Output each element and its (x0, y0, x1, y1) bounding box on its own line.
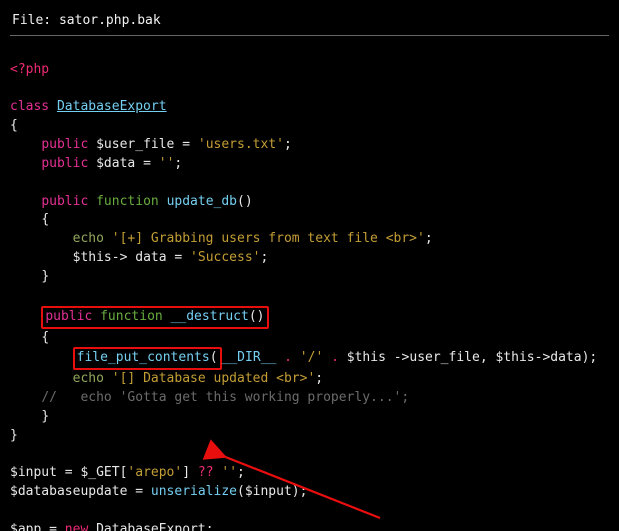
str-q-9: ' (300, 350, 308, 365)
kw-function-1: function (96, 194, 159, 209)
brace-open-3: { (41, 330, 49, 345)
file-label: File: (12, 13, 59, 28)
var-input: $input (10, 465, 57, 480)
highlight-destruct: public function __destruct() (41, 306, 268, 329)
var-data: $data (96, 156, 135, 171)
semi-2: ; (174, 156, 182, 171)
expr-this-data: $this->data (495, 350, 581, 365)
brace-open-2: { (41, 212, 49, 227)
kw-public-4: public (45, 309, 92, 324)
semi-6: ; (315, 371, 323, 386)
expr-this-1: $this-> (73, 250, 128, 265)
dir-const: __DIR__ (222, 350, 277, 365)
semi-5: ; (589, 350, 597, 365)
paren-close-4: ) (292, 484, 300, 499)
str-q-3: ' (159, 156, 167, 171)
bracket-close: ] (182, 465, 190, 480)
op-assign-2: = (135, 156, 158, 171)
arg-input: $input (245, 484, 292, 499)
kw-echo-1: echo (73, 231, 104, 246)
paren-1: () (237, 194, 253, 209)
op-eq-3: = (41, 522, 64, 531)
brace-close-2: } (41, 269, 49, 284)
fn-destruct: __destruct (171, 309, 249, 324)
str-q-2: ' (276, 137, 284, 152)
op-eq-2: = (127, 484, 150, 499)
op-assign-3: = (167, 250, 190, 265)
op-nullco: ?? (190, 465, 221, 480)
str-q-1: ' (198, 137, 206, 152)
semi-3: ; (425, 231, 433, 246)
super-get: $_GET (80, 465, 119, 480)
prop-data: data (135, 250, 166, 265)
semi-4: ; (261, 250, 269, 265)
kw-public-2: public (41, 156, 88, 171)
file-name: sator.php.bak (59, 13, 161, 28)
semi-9: ; (206, 522, 214, 531)
str-q-8: ' (253, 250, 261, 265)
fn-unserialize: unserialize (151, 484, 237, 499)
kw-new: new (65, 522, 88, 531)
var-app: $app (10, 522, 41, 531)
fn-fpc: file_put_contents (77, 350, 210, 365)
paren-2: () (249, 309, 265, 324)
str-users: users.txt (206, 137, 276, 152)
kw-public-3: public (41, 194, 88, 209)
concat-2: . (323, 350, 346, 365)
file-header: File: sator.php.bak (10, 8, 609, 36)
key-arepo: arepo (135, 465, 174, 480)
str-success: Success (198, 250, 253, 265)
var-user-file: $user_file (96, 137, 174, 152)
php-open-tag: <?php (10, 62, 49, 77)
fn-update-db: update_db (167, 194, 237, 209)
str-q-15: ' (221, 465, 229, 480)
kw-echo-2: echo (73, 371, 104, 386)
kw-function-2: function (100, 309, 163, 324)
kw-public-1: public (41, 137, 88, 152)
str-db-upd: [] Database updated <br> (120, 371, 308, 386)
code-view: <?php class DatabaseExport { public $use… (10, 42, 609, 531)
semi-7: ; (237, 465, 245, 480)
str-grab: [+] Grabbing users from text file <br> (120, 231, 417, 246)
str-q-7: ' (190, 250, 198, 265)
str-q-11: ' (112, 371, 120, 386)
paren-open-3: ( (210, 350, 218, 365)
op-eq-1: = (57, 465, 80, 480)
class-name: DatabaseExport (57, 99, 167, 114)
str-q-6: ' (417, 231, 425, 246)
highlight-fpc: file_put_contents( (73, 347, 222, 370)
concat-1: . (276, 350, 299, 365)
str-q-5: ' (112, 231, 120, 246)
paren-open-4: ( (237, 484, 245, 499)
kw-class: class (10, 99, 49, 114)
semi-8: ; (300, 484, 308, 499)
brace-open-1: { (10, 118, 18, 133)
op-assign-1: = (174, 137, 197, 152)
brace-close-1: } (10, 428, 18, 443)
comment-slashes: // (41, 390, 64, 405)
str-q-16: ' (229, 465, 237, 480)
comment-todo: echo 'Gotta get this working properly...… (65, 390, 409, 405)
brace-close-3: } (41, 409, 49, 424)
class-ref: DatabaseExport (96, 522, 206, 531)
var-dbupdate: $databaseupdate (10, 484, 127, 499)
comma-1: , (480, 350, 496, 365)
expr-this-uf: $this ->user_file (347, 350, 480, 365)
semi-1: ; (284, 137, 292, 152)
